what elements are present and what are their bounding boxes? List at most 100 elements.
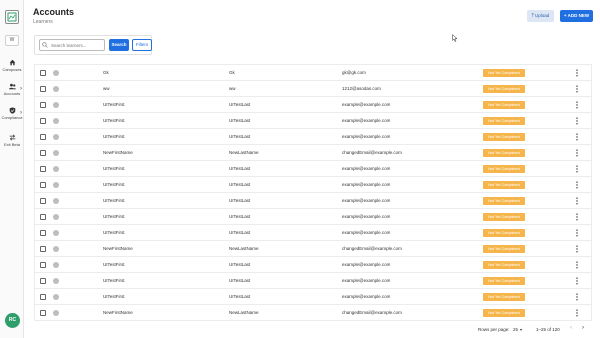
row-checkbox[interactable]: [40, 150, 46, 156]
table-row[interactable]: UITestFirst UITestLast example@example.com…: [35, 177, 591, 193]
table-row[interactable]: NewFirstName NewLastName changedEmail@exam…: [35, 305, 591, 321]
upload-button[interactable]: ⤒ Upload: [527, 10, 554, 22]
table-row[interactable]: UITestFirst UITestLast example@example.com…: [35, 257, 591, 273]
last-name-cell: UITestLast: [229, 198, 251, 203]
table-row[interactable]: UITestFirst UITestLast example@example.com…: [35, 129, 591, 145]
learner-avatar: [53, 166, 59, 172]
sidebar-item-accounts[interactable]: › Accounts: [0, 83, 24, 96]
rows-per-page-label: Rows per page:: [478, 327, 510, 332]
more-vertical-icon[interactable]: [575, 277, 579, 285]
more-vertical-icon[interactable]: [575, 101, 579, 109]
row-checkbox[interactable]: [40, 278, 46, 284]
table-row[interactable]: UITestFirst UITestLast example@example.com…: [35, 225, 591, 241]
more-vertical-icon[interactable]: [575, 245, 579, 253]
learner-avatar: [53, 118, 59, 124]
first-name-cell: UITestFirst: [103, 230, 125, 235]
more-vertical-icon[interactable]: [575, 181, 579, 189]
last-name-cell: UITestLast: [229, 262, 251, 267]
more-vertical-icon[interactable]: [575, 133, 579, 141]
last-name-cell: UITestLast: [229, 166, 251, 171]
search-button[interactable]: Search: [109, 39, 129, 51]
row-checkbox[interactable]: [40, 118, 46, 124]
mouse-cursor-icon: [452, 34, 458, 42]
more-vertical-icon[interactable]: [575, 213, 579, 221]
row-checkbox[interactable]: [40, 214, 46, 220]
row-checkbox[interactable]: [40, 198, 46, 204]
first-name-cell: UITestFirst: [103, 118, 125, 123]
row-checkbox[interactable]: [40, 262, 46, 268]
chevron-left-icon[interactable]: ‹: [570, 325, 572, 331]
workspace-switcher[interactable]: W: [5, 35, 19, 46]
row-checkbox[interactable]: [40, 166, 46, 172]
row-checkbox[interactable]: [40, 294, 46, 300]
filters-button[interactable]: Filters: [132, 39, 152, 51]
table-row[interactable]: UITestFirst UITestLast example@example.com…: [35, 273, 591, 289]
table-row[interactable]: UITestFirst UITestLast example@example.com…: [35, 193, 591, 209]
first-name-cell: ww: [103, 86, 110, 91]
more-vertical-icon[interactable]: [575, 69, 579, 77]
status-badge: Not Yet Completed: [483, 245, 525, 253]
chevron-right-icon: ›: [20, 110, 22, 116]
first-name-cell: UITestFirst: [103, 134, 125, 139]
table-row[interactable]: UITestFirst UITestLast example@example.com…: [35, 289, 591, 305]
table-row[interactable]: NewFirstName NewLastName changedEmail@exam…: [35, 241, 591, 257]
page-subtitle: Learners: [33, 19, 53, 25]
user-avatar[interactable]: RC: [5, 313, 20, 328]
email-cell: example@example.com: [342, 230, 391, 235]
status-badge: Not Yet Completed: [483, 101, 525, 109]
search-input[interactable]: [39, 39, 105, 51]
email-cell: example@example.com: [342, 166, 391, 171]
last-name-cell: UITestLast: [229, 102, 251, 107]
learner-avatar: [53, 262, 59, 268]
caret-down-icon[interactable]: ▾: [520, 327, 522, 332]
more-vertical-icon[interactable]: [575, 309, 579, 317]
more-vertical-icon[interactable]: [575, 117, 579, 125]
row-checkbox[interactable]: [40, 246, 46, 252]
row-checkbox[interactable]: [40, 134, 46, 140]
more-vertical-icon[interactable]: [575, 85, 579, 93]
rows-per-page-select[interactable]: 25: [513, 327, 518, 332]
chevron-right-icon: ›: [20, 86, 22, 92]
more-vertical-icon[interactable]: [575, 149, 579, 157]
sidebar-item-campuses[interactable]: Campuses: [0, 59, 24, 72]
status-badge: Not Yet Completed: [483, 149, 525, 157]
email-cell: example@example.com: [342, 278, 391, 283]
status-badge: Not Yet Completed: [483, 213, 525, 221]
row-checkbox[interactable]: [40, 70, 46, 76]
learner-avatar: [53, 134, 59, 140]
table-row[interactable]: UITestFirst UITestLast example@example.com…: [35, 113, 591, 129]
add-new-button[interactable]: + ADD NEW: [560, 10, 593, 22]
last-name-cell: NewLastName: [229, 246, 259, 251]
more-vertical-icon[interactable]: [575, 165, 579, 173]
learner-avatar: [53, 294, 59, 300]
more-vertical-icon[interactable]: [575, 261, 579, 269]
chevron-right-icon[interactable]: ›: [582, 325, 584, 331]
more-vertical-icon[interactable]: [575, 197, 579, 205]
email-cell: example@example.com: [342, 262, 391, 267]
table-row[interactable]: UITestFirst UITestLast example@example.com…: [35, 97, 591, 113]
status-badge: Not Yet Completed: [483, 309, 525, 317]
more-vertical-icon[interactable]: [575, 293, 579, 301]
row-checkbox[interactable]: [40, 230, 46, 236]
email-cell: example@example.com: [342, 294, 391, 299]
table-row[interactable]: UITestFirst UITestLast example@example.com…: [35, 161, 591, 177]
row-checkbox[interactable]: [40, 86, 46, 92]
sidebar-item-compliance[interactable]: › Compliance: [0, 107, 24, 120]
app-logo-icon[interactable]: [5, 10, 19, 24]
status-badge: Not Yet Completed: [483, 133, 525, 141]
last-name-cell: UITestLast: [229, 230, 251, 235]
last-name-cell: NewLastName: [229, 150, 259, 155]
table-row[interactable]: ww ww 1212@asodas.com Not Yet Completed: [35, 81, 591, 97]
row-checkbox[interactable]: [40, 102, 46, 108]
table-row[interactable]: NewFirstName NewLastName changedEmail@exam…: [35, 145, 591, 161]
row-checkbox[interactable]: [40, 182, 46, 188]
sidebar-item-exit-beta[interactable]: Exit Beta: [0, 134, 24, 147]
email-cell: example@example.com: [342, 214, 391, 219]
table-row[interactable]: UITestFirst UITestLast example@example.com…: [35, 209, 591, 225]
first-name-cell: NewFirstName: [103, 150, 133, 155]
status-badge: Not Yet Completed: [483, 181, 525, 189]
row-checkbox[interactable]: [40, 310, 46, 316]
status-badge: Not Yet Completed: [483, 85, 525, 93]
table-row[interactable]: Gk Gk gk@gk.com Not Yet Completed: [35, 65, 591, 81]
more-vertical-icon[interactable]: [575, 229, 579, 237]
